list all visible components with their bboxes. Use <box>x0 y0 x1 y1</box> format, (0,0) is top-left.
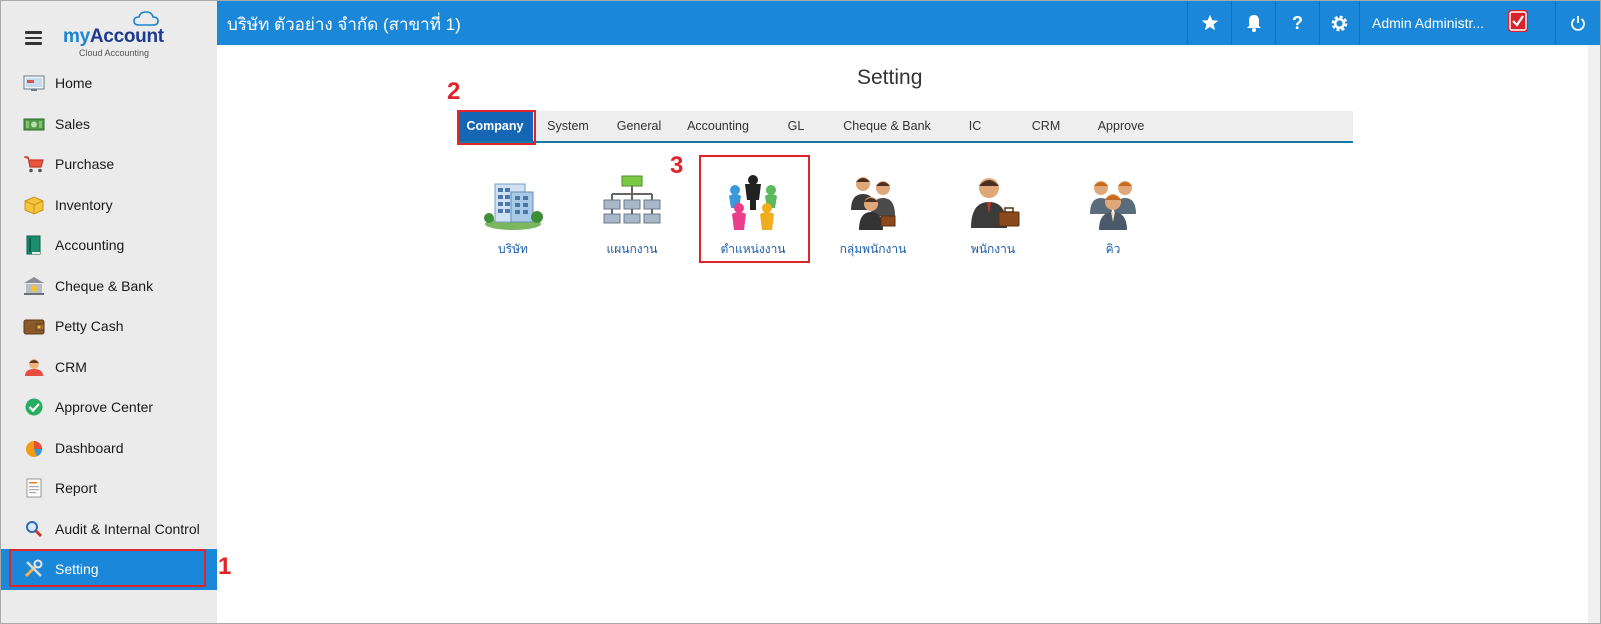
app-label: พนักงาน <box>970 242 1016 256</box>
accounting-book-icon <box>26 235 41 255</box>
sales-icon <box>23 118 45 131</box>
sidebar-item-purchase[interactable]: Purchase <box>1 144 217 185</box>
user-menu[interactable]: Admin Administr... <box>1359 1 1555 45</box>
tab-approve[interactable]: Approve <box>1085 111 1157 141</box>
sidebar-item-label: Sales <box>55 115 91 132</box>
app-label: กลุ่มพนักงาน <box>839 242 907 256</box>
department-org-chart-icon <box>603 175 661 224</box>
tab-system[interactable]: System <box>533 111 603 141</box>
home-icon <box>23 75 45 92</box>
wallet-icon <box>23 319 45 335</box>
company-building-icon <box>484 183 543 230</box>
sidebar-item-dashboard[interactable]: Dashboard <box>1 428 217 469</box>
sidebar-item-label: Approve Center <box>55 399 154 416</box>
notifications-button[interactable] <box>1231 1 1275 45</box>
user-name: Admin Administr... <box>1372 15 1485 31</box>
top-bar: บริษัท ตัวอย่าง จำกัด (สาขาที่ 1) ? Admi… <box>217 1 1600 45</box>
sidebar-item-cheque-bank[interactable]: Cheque & Bank <box>1 266 217 307</box>
star-icon <box>1201 14 1218 31</box>
crm-person-icon <box>25 358 43 376</box>
sidebar-item-sales[interactable]: Sales <box>1 104 217 145</box>
highlight-position-app <box>699 155 810 263</box>
cloud-logo-icon <box>133 11 159 26</box>
report-icon <box>26 478 42 498</box>
sidebar: myAccount Cloud Accounting Home Sales Pu… <box>1 1 217 623</box>
settings-tab-bar: Company System General Accounting GL Che… <box>457 111 1353 143</box>
employee-icon <box>971 178 1020 228</box>
app-label: แผนกงาน <box>606 242 658 256</box>
sidebar-item-label: CRM <box>55 358 87 375</box>
sidebar-item-label: Petty Cash <box>55 318 124 335</box>
logo-subtitle: Cloud Accounting <box>79 48 150 58</box>
gear-icon <box>1331 15 1348 31</box>
tab-cheque-bank[interactable]: Cheque & Bank <box>831 111 943 141</box>
sidebar-item-label: Report <box>55 480 98 497</box>
sidebar-item-inventory[interactable]: Inventory <box>1 185 217 226</box>
bank-icon <box>24 276 44 295</box>
help-icon: ? <box>1292 12 1303 33</box>
step-number-1: 1 <box>218 553 232 580</box>
sidebar-item-audit[interactable]: Audit & Internal Control <box>1 509 217 550</box>
highlight-setting-box <box>9 549 206 587</box>
power-icon <box>1571 15 1585 31</box>
sidebar-item-petty-cash[interactable]: Petty Cash <box>1 306 217 347</box>
sidebar-item-label: Accounting <box>55 237 125 254</box>
sidebar-item-crm[interactable]: CRM <box>1 347 217 388</box>
audit-search-icon <box>26 520 43 537</box>
logout-button[interactable] <box>1555 1 1600 45</box>
sidebar-item-approve-center[interactable]: Approve Center <box>1 387 217 428</box>
sidebar-item-home[interactable]: Home <box>1 63 217 104</box>
window-frame <box>0 0 1601 624</box>
sidebar-menu: Home Sales Purchase Inventory Accounting… <box>1 63 217 590</box>
app-label: คิว <box>1105 242 1121 256</box>
page-title: Setting <box>857 66 923 89</box>
dashboard-pie-icon <box>26 440 42 457</box>
tab-accounting[interactable]: Accounting <box>675 111 761 141</box>
employee-group-icon <box>851 177 896 230</box>
hamburger-menu-icon[interactable] <box>25 31 42 45</box>
app-logo[interactable]: myAccount Cloud Accounting <box>63 11 173 59</box>
app-queue[interactable]: คิว <box>1058 160 1168 260</box>
sidebar-item-label: Inventory <box>55 196 113 213</box>
app-employee-group[interactable]: กลุ่มพนักงาน <box>818 160 928 260</box>
tab-general[interactable]: General <box>603 111 675 141</box>
highlight-company-tab <box>457 110 536 145</box>
sidebar-item-label: Audit & Internal Control <box>55 520 200 537</box>
vertical-scrollbar[interactable] <box>1588 45 1600 623</box>
favorites-button[interactable] <box>1187 1 1231 45</box>
app-label: บริษัท <box>498 242 528 256</box>
brand-area: myAccount Cloud Accounting <box>1 1 217 67</box>
sidebar-item-label: Cheque & Bank <box>55 277 154 294</box>
tab-gl[interactable]: GL <box>761 111 831 141</box>
company-name[interactable]: บริษัท ตัวอย่าง จำกัด (สาขาที่ 1) <box>227 11 461 38</box>
settings-button[interactable] <box>1319 1 1359 45</box>
bell-icon <box>1246 15 1261 32</box>
sidebar-item-label: Dashboard <box>55 439 124 456</box>
tab-crm[interactable]: CRM <box>1007 111 1085 141</box>
app-employee[interactable]: พนักงาน <box>938 160 1048 260</box>
help-button[interactable]: ? <box>1275 1 1319 45</box>
logo-wordmark: myAccount <box>63 26 164 47</box>
step-number-2: 2 <box>447 78 461 105</box>
sidebar-item-label: Home <box>55 75 93 92</box>
purchase-cart-icon <box>24 156 44 173</box>
approve-check-icon <box>25 398 43 416</box>
inventory-box-icon <box>24 196 44 215</box>
sidebar-item-report[interactable]: Report <box>1 468 217 509</box>
tab-ic[interactable]: IC <box>943 111 1007 141</box>
app-company[interactable]: บริษัท <box>458 160 568 260</box>
queue-icon <box>1090 181 1136 230</box>
app-department[interactable]: แผนกงาน <box>577 160 687 260</box>
approval-badge-icon <box>1508 10 1528 32</box>
sidebar-item-label: Purchase <box>55 156 115 173</box>
sidebar-item-accounting[interactable]: Accounting <box>1 225 217 266</box>
